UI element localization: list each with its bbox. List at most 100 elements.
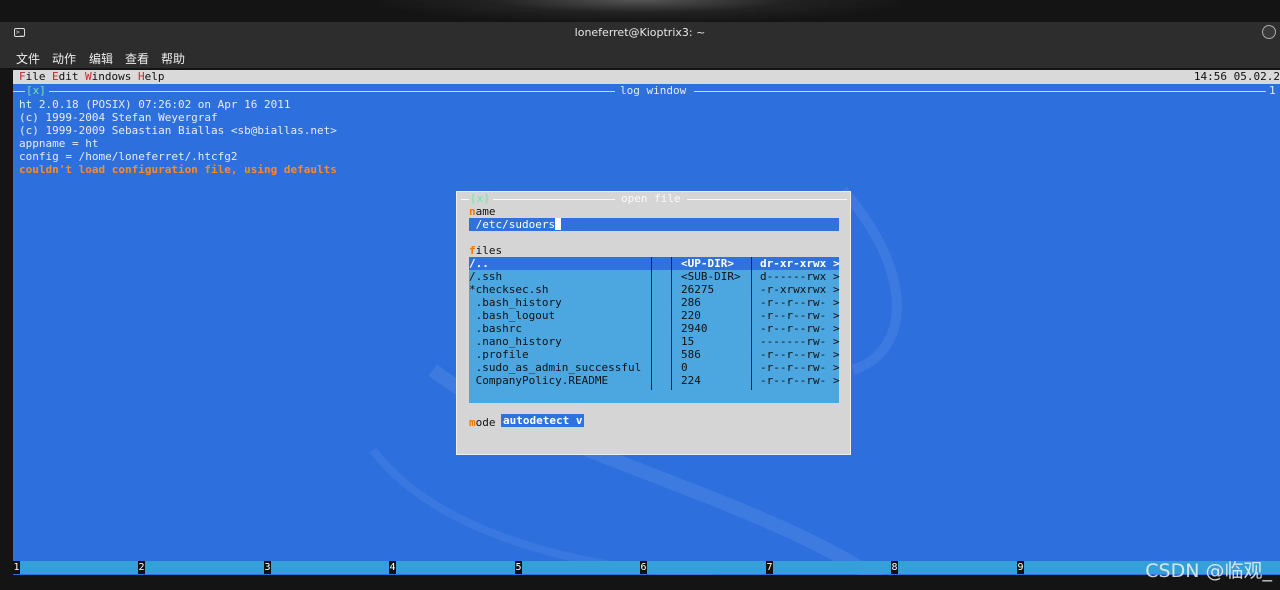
more-indicator: > bbox=[833, 257, 840, 270]
window-control-button[interactable] bbox=[1262, 25, 1276, 39]
mode-label-text: ode bbox=[475, 416, 496, 429]
file-size: 26275 bbox=[681, 283, 715, 296]
more-indicator: > bbox=[833, 348, 840, 361]
filename-value: /etc/sudoers bbox=[469, 218, 556, 231]
file-row[interactable]: /.. <UP-DIR> dr-xr-xrwx > bbox=[469, 257, 840, 270]
file-size: 2940 bbox=[681, 322, 708, 335]
more-indicator: > bbox=[833, 374, 840, 387]
log-window-title: log window bbox=[620, 84, 687, 97]
file-row[interactable]: .sudo_as_admin_successful 0 -r--r--rw- > bbox=[469, 361, 840, 374]
open-file-dialog: [x] open file name /etc/sudoers files /.… bbox=[456, 191, 851, 455]
log-window-number: 1 bbox=[1269, 84, 1276, 97]
ht-menu-help-hotkey: H bbox=[138, 70, 145, 83]
status-number[interactable]: 9 bbox=[1017, 561, 1024, 574]
file-permissions: -r-xrwxrwx bbox=[760, 283, 827, 296]
log-warning: couldn't load configuration file, using … bbox=[19, 163, 337, 176]
window-title: loneferret@Kioptrix3: ~ bbox=[574, 26, 706, 39]
ht-menu-edit-hotkey: E bbox=[52, 70, 59, 83]
status-number[interactable]: 3 bbox=[264, 561, 271, 574]
file-permissions: -------rw- bbox=[760, 335, 827, 348]
column-divider bbox=[671, 257, 672, 390]
file-permissions: -r--r--rw- bbox=[760, 322, 827, 335]
dialog-close-button[interactable]: [x] bbox=[470, 192, 490, 206]
file-size: <UP-DIR> bbox=[681, 257, 734, 270]
more-indicator: > bbox=[833, 296, 840, 309]
file-row[interactable]: .bash_history 286 -r--r--rw- > bbox=[469, 296, 840, 309]
ht-menu-help-label: elp bbox=[144, 70, 165, 83]
name-label: name bbox=[469, 205, 496, 218]
file-size: <SUB-DIR> bbox=[681, 270, 741, 283]
file-name: .nano_history bbox=[469, 335, 562, 348]
file-size: 0 bbox=[681, 361, 688, 374]
title-line bbox=[694, 91, 1266, 92]
more-indicator: > bbox=[833, 361, 840, 374]
status-number[interactable]: 1 bbox=[13, 561, 20, 574]
log-line: appname = ht bbox=[19, 137, 99, 150]
app-menubar: 文件 动作 编辑 查看 帮助 bbox=[0, 46, 1280, 68]
title-line bbox=[461, 199, 469, 200]
file-row[interactable]: /.ssh <SUB-DIR> d------rwx > bbox=[469, 270, 840, 283]
title-line bbox=[687, 199, 847, 200]
status-number[interactable]: 6 bbox=[640, 561, 647, 574]
file-size: 224 bbox=[681, 374, 701, 387]
file-name: .bash_logout bbox=[469, 309, 556, 322]
ht-menu-edit[interactable]: Edit bbox=[52, 70, 79, 84]
file-name: .profile bbox=[469, 348, 529, 361]
menu-action[interactable]: 动作 bbox=[52, 50, 76, 67]
file-name: *checksec.sh bbox=[469, 283, 549, 296]
open-file-titlebar: [x] open file bbox=[457, 192, 850, 206]
window-titlebar[interactable]: >_ loneferret@Kioptrix3: ~ bbox=[0, 22, 1280, 46]
file-permissions: -r--r--rw- bbox=[760, 348, 827, 361]
file-row[interactable]: .nano_history 15 -------rw- > bbox=[469, 335, 840, 348]
file-row[interactable]: .bashrc 2940 -r--r--rw- > bbox=[469, 322, 840, 335]
ht-menu-file[interactable]: File bbox=[19, 70, 46, 84]
status-number[interactable]: 2 bbox=[138, 561, 145, 574]
clock: 14:56 05.02.2 bbox=[1193, 70, 1280, 83]
file-size: 220 bbox=[681, 309, 701, 322]
menu-file[interactable]: 文件 bbox=[16, 50, 40, 67]
menu-view[interactable]: 查看 bbox=[125, 50, 149, 67]
title-line bbox=[493, 199, 615, 200]
ht-menu-help[interactable]: Help bbox=[138, 70, 165, 84]
ht-menu-windows[interactable]: Windows bbox=[85, 70, 131, 84]
desktop-background bbox=[380, 0, 900, 22]
ht-menu-file-label: ile bbox=[25, 70, 46, 83]
menu-edit[interactable]: 编辑 bbox=[89, 50, 113, 67]
mode-select[interactable]: autodetect v bbox=[501, 414, 585, 427]
file-permissions: -r--r--rw- bbox=[760, 296, 827, 309]
status-number[interactable]: 7 bbox=[766, 561, 773, 574]
files-label-text: iles bbox=[475, 244, 503, 257]
ht-menu-edit-label: dit bbox=[58, 70, 79, 83]
file-row[interactable]: .bash_logout 220 -r--r--rw- > bbox=[469, 309, 840, 322]
name-label-hotkey: n bbox=[469, 205, 476, 218]
more-indicator: > bbox=[833, 322, 840, 335]
file-permissions: dr-xr-xrwx bbox=[760, 257, 827, 270]
file-permissions: d------rwx bbox=[760, 270, 827, 283]
dialog-title: open file bbox=[621, 192, 681, 205]
file-permissions: -r--r--rw- bbox=[760, 309, 827, 322]
mode-label-hotkey: m bbox=[469, 416, 476, 429]
file-row[interactable]: .profile 586 -r--r--rw- > bbox=[469, 348, 840, 361]
file-size: 286 bbox=[681, 296, 701, 309]
menu-help[interactable]: 帮助 bbox=[161, 50, 185, 67]
title-line bbox=[13, 91, 25, 92]
files-label-hotkey: f bbox=[469, 244, 476, 257]
ht-menubar: File Edit Windows Help 14:56 05.02.2 bbox=[13, 70, 1280, 84]
file-name: .bash_history bbox=[469, 296, 562, 309]
log-window-close-button[interactable]: [x] bbox=[26, 84, 46, 98]
file-name: /.. bbox=[469, 257, 489, 270]
file-size: 15 bbox=[681, 335, 695, 348]
more-indicator: > bbox=[833, 335, 840, 348]
log-line: config = /home/loneferret/.htcfg2 bbox=[19, 150, 238, 163]
file-name: .bashrc bbox=[469, 322, 522, 335]
file-list[interactable]: /.. <UP-DIR> dr-xr-xrwx > /.ssh <SUB-DIR> d--… bbox=[469, 257, 840, 403]
filename-input[interactable]: /etc/sudoers bbox=[469, 218, 839, 231]
status-number[interactable]: 4 bbox=[389, 561, 396, 574]
file-row[interactable]: CompanyPolicy.README 224 -r--r--rw- > bbox=[469, 374, 840, 387]
terminal-area[interactable]: File Edit Windows Help 14:56 05.02.2 [x]… bbox=[13, 70, 1280, 575]
status-number[interactable]: 8 bbox=[891, 561, 898, 574]
files-label: files bbox=[469, 244, 502, 257]
status-number[interactable]: 5 bbox=[515, 561, 522, 574]
ht-menu-windows-hotkey: W bbox=[85, 70, 92, 83]
file-row[interactable]: *checksec.sh 26275 -r-xrwxrwx > bbox=[469, 283, 840, 296]
